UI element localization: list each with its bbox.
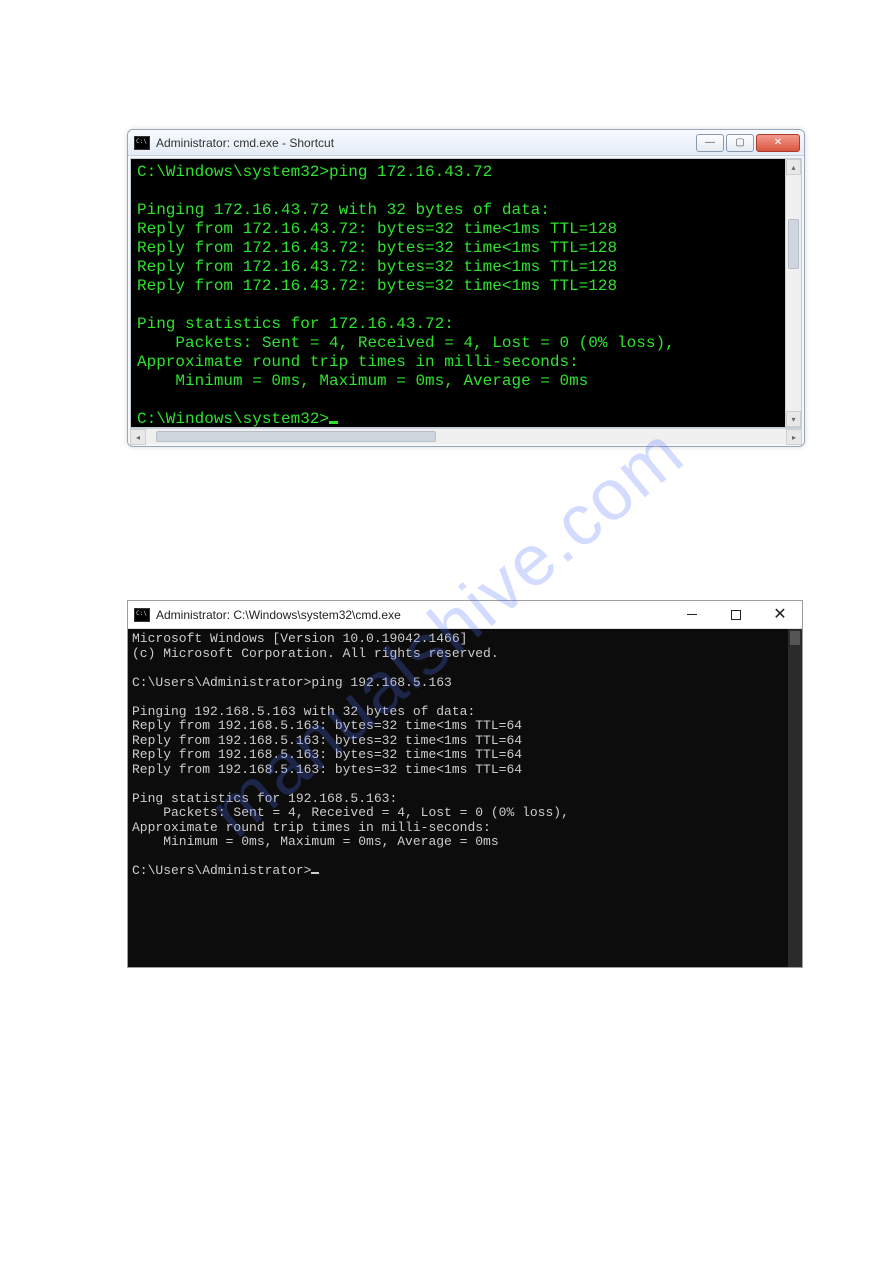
- titlebar-1[interactable]: Administrator: cmd.exe - Shortcut — ▢ ✕: [128, 130, 804, 156]
- console-line: Approximate round trip times in milli-se…: [137, 353, 579, 371]
- titlebar-2[interactable]: Administrator: C:\Windows\system32\cmd.e…: [128, 601, 802, 629]
- console-line: Reply from 192.168.5.163: bytes=32 time<…: [132, 733, 522, 748]
- console-line: Pinging 172.16.43.72 with 32 bytes of da…: [137, 201, 550, 219]
- console-line: C:\Windows\system32>ping 172.16.43.72: [137, 163, 492, 181]
- window-title-1: Administrator: cmd.exe - Shortcut: [156, 136, 694, 150]
- console-line: Reply from 192.168.5.163: bytes=32 time<…: [132, 747, 522, 762]
- console-line: Reply from 172.16.43.72: bytes=32 time<1…: [137, 220, 617, 238]
- console-line: Pinging 192.168.5.163 with 32 bytes of d…: [132, 704, 475, 719]
- cmd-window-2: Administrator: C:\Windows\system32\cmd.e…: [127, 600, 803, 968]
- scroll-down-button[interactable]: ▾: [786, 411, 801, 427]
- scroll-thumb[interactable]: [156, 431, 436, 442]
- console-line: Ping statistics for 192.168.5.163:: [132, 791, 397, 806]
- console-line: Minimum = 0ms, Maximum = 0ms, Average = …: [132, 834, 499, 849]
- minimize-button[interactable]: —: [696, 134, 724, 152]
- vertical-scrollbar[interactable]: ▴ ▾: [785, 159, 801, 427]
- scroll-up-button[interactable]: ▴: [786, 159, 801, 175]
- cursor-icon: [329, 421, 338, 424]
- console-line: Reply from 172.16.43.72: bytes=32 time<1…: [137, 258, 617, 276]
- console-line: Minimum = 0ms, Maximum = 0ms, Average = …: [137, 372, 588, 390]
- console-line: Microsoft Windows [Version 10.0.19042.14…: [132, 631, 467, 646]
- console-output-1[interactable]: C:\Windows\system32>ping 172.16.43.72 Pi…: [130, 158, 802, 428]
- scroll-thumb[interactable]: [790, 631, 800, 645]
- vertical-scrollbar[interactable]: [788, 629, 802, 967]
- close-button[interactable]: ✕: [758, 601, 802, 629]
- console-line: Reply from 172.16.43.72: bytes=32 time<1…: [137, 277, 617, 295]
- console-prompt: C:\Windows\system32>: [137, 410, 329, 428]
- maximize-button[interactable]: ▢: [726, 134, 754, 152]
- horizontal-scrollbar[interactable]: ◂ ▸: [130, 428, 802, 444]
- console-line: C:\Users\Administrator>ping 192.168.5.16…: [132, 675, 452, 690]
- scroll-right-button[interactable]: ▸: [786, 429, 802, 445]
- window-title-2: Administrator: C:\Windows\system32\cmd.e…: [156, 608, 670, 622]
- cmd-icon: [134, 608, 150, 622]
- close-button[interactable]: ✕: [756, 134, 800, 152]
- console-line: Ping statistics for 172.16.43.72:: [137, 315, 454, 333]
- cmd-icon: [134, 136, 150, 150]
- console-line: (c) Microsoft Corporation. All rights re…: [132, 646, 499, 661]
- console-line: Approximate round trip times in milli-se…: [132, 820, 491, 835]
- console-line: Reply from 192.168.5.163: bytes=32 time<…: [132, 762, 522, 777]
- maximize-button[interactable]: [714, 601, 758, 629]
- console-output-2[interactable]: Microsoft Windows [Version 10.0.19042.14…: [128, 629, 802, 967]
- console-line: Reply from 172.16.43.72: bytes=32 time<1…: [137, 239, 617, 257]
- console-prompt: C:\Users\Administrator>: [132, 863, 311, 878]
- console-line: Packets: Sent = 4, Received = 4, Lost = …: [137, 334, 675, 352]
- cmd-window-1: Administrator: cmd.exe - Shortcut — ▢ ✕ …: [127, 129, 805, 447]
- scroll-left-button[interactable]: ◂: [130, 429, 146, 445]
- minimize-button[interactable]: [670, 601, 714, 629]
- console-line: Packets: Sent = 4, Received = 4, Lost = …: [132, 805, 569, 820]
- scroll-thumb[interactable]: [788, 219, 799, 269]
- cursor-icon: [311, 872, 319, 874]
- console-line: Reply from 192.168.5.163: bytes=32 time<…: [132, 718, 522, 733]
